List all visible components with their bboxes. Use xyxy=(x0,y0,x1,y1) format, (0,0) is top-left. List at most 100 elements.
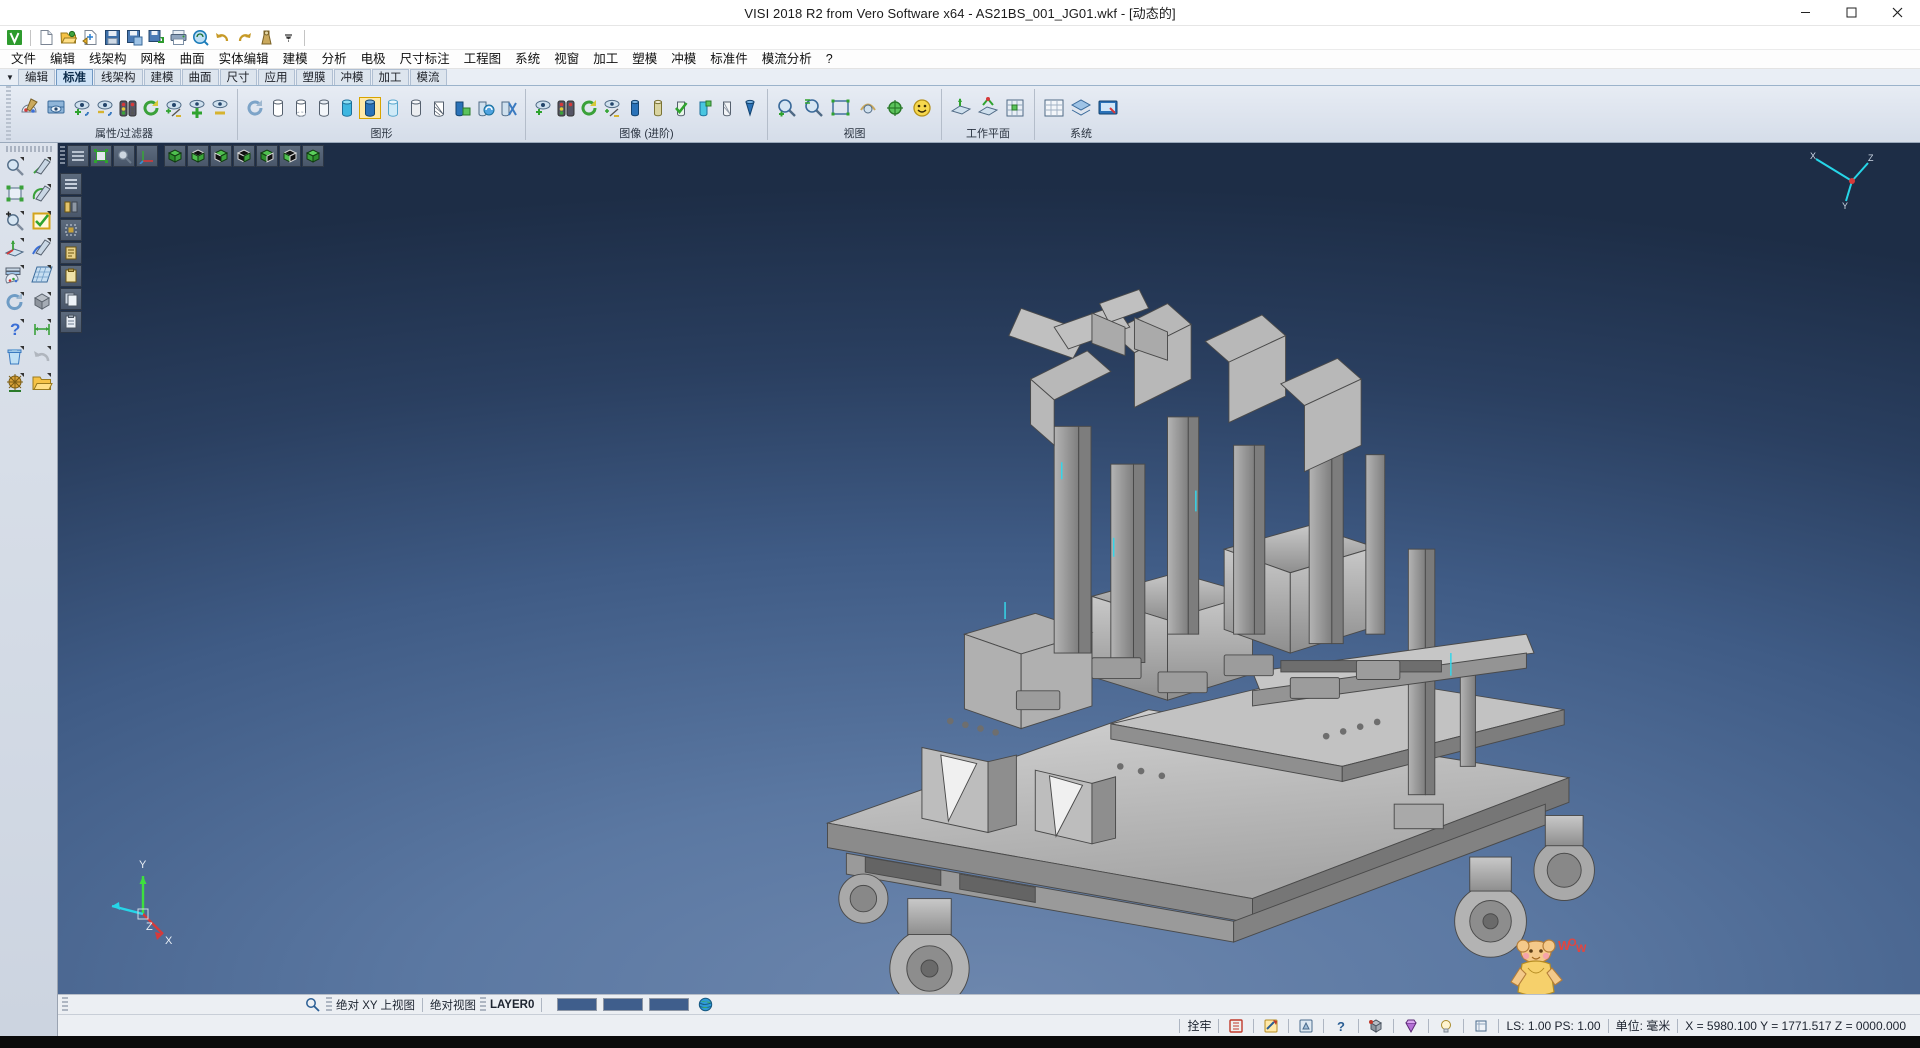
tab-moliu[interactable]: 模流 xyxy=(410,69,447,85)
help-snap-icon[interactable]: ? xyxy=(1331,1017,1351,1035)
refresh-model-icon[interactable] xyxy=(2,289,28,315)
color-properties-icon[interactable] xyxy=(17,93,43,123)
dynamic-icon[interactable] xyxy=(474,97,496,119)
section-icon[interactable] xyxy=(428,97,450,119)
list-view-icon[interactable] xyxy=(60,173,82,195)
menu-item-11[interactable]: 系统 xyxy=(508,50,547,69)
menu-item-7[interactable]: 分析 xyxy=(315,50,354,69)
shade-solid-icon[interactable] xyxy=(359,97,381,119)
view-type-label[interactable]: 绝对视图 xyxy=(430,997,476,1013)
shade-edge-icon[interactable] xyxy=(716,97,738,119)
shade-teal-icon[interactable] xyxy=(693,97,715,119)
color-swatch-2[interactable] xyxy=(649,998,689,1011)
mirror-icon[interactable] xyxy=(60,196,82,218)
show-adv-icon[interactable] xyxy=(532,97,554,119)
layer-pick-icon[interactable] xyxy=(60,242,82,264)
select-box-icon[interactable] xyxy=(60,219,82,241)
zoom-window-icon[interactable] xyxy=(774,93,800,123)
regen-icon[interactable] xyxy=(244,97,266,119)
pencil-arc-icon[interactable] xyxy=(29,181,55,207)
undo-icon[interactable] xyxy=(212,27,233,48)
dimension-icon[interactable] xyxy=(29,316,55,342)
magnifier-icon[interactable] xyxy=(302,996,322,1014)
refresh-adv-icon[interactable] xyxy=(578,97,600,119)
tab-jiagong[interactable]: 加工 xyxy=(372,69,409,85)
help-question-icon[interactable]: ? xyxy=(2,316,28,342)
menu-item-8[interactable]: 电极 xyxy=(354,50,393,69)
view-front-icon[interactable] xyxy=(210,145,232,167)
settings-icon[interactable] xyxy=(256,27,277,48)
palette-icon[interactable] xyxy=(2,262,28,288)
pencil-curve-icon[interactable] xyxy=(29,235,55,261)
menu-item-5[interactable]: 实体编辑 xyxy=(212,50,276,69)
menu-item-16[interactable]: 标准件 xyxy=(703,50,755,69)
shade-check-icon[interactable] xyxy=(670,97,692,119)
clear-render-icon[interactable] xyxy=(497,97,519,119)
new-file-icon[interactable] xyxy=(36,27,57,48)
traffic-light-icon[interactable] xyxy=(117,97,139,119)
tab-xianjiagou[interactable]: 线架构 xyxy=(94,69,143,85)
open-folder-icon[interactable] xyxy=(29,370,55,396)
wp-define-icon[interactable] xyxy=(948,93,974,123)
wp-manager-icon[interactable] xyxy=(1002,93,1028,123)
left-dock-grip[interactable] xyxy=(6,146,52,152)
color-swatch-0[interactable] xyxy=(557,998,597,1011)
clipboard-icon[interactable] xyxy=(60,265,82,287)
menu-item-17[interactable]: 模流分析 xyxy=(755,50,819,69)
viewport-toolbar-grip[interactable] xyxy=(60,146,65,166)
menu-item-3[interactable]: 网格 xyxy=(134,50,173,69)
tab-chongmo[interactable]: 冲模 xyxy=(334,69,371,85)
tab-yingyong[interactable]: 应用 xyxy=(258,69,295,85)
menu-item-13[interactable]: 加工 xyxy=(586,50,625,69)
clipboard-paste-icon[interactable] xyxy=(60,311,82,333)
layer-view-icon[interactable] xyxy=(44,93,70,123)
zoom-dynamic-icon[interactable] xyxy=(801,93,827,123)
smiley-icon[interactable] xyxy=(909,93,935,123)
print-preview-icon[interactable] xyxy=(190,27,211,48)
shade-a-icon[interactable] xyxy=(624,97,646,119)
solid-snap-icon[interactable] xyxy=(1366,1017,1386,1035)
open-file-icon[interactable] xyxy=(58,27,79,48)
tab-sumo[interactable]: 塑膜 xyxy=(296,69,333,85)
wireframe-icon[interactable] xyxy=(267,97,289,119)
shade-outline-icon[interactable] xyxy=(313,97,335,119)
color-swatch-1[interactable] xyxy=(603,998,643,1011)
globe-icon[interactable] xyxy=(695,996,715,1014)
toggle-adv-icon[interactable] xyxy=(601,97,623,119)
fit-view-icon[interactable] xyxy=(828,93,854,123)
screen-capture-icon[interactable] xyxy=(1095,93,1121,123)
app-logo-icon[interactable] xyxy=(4,27,25,48)
menu-item-10[interactable]: 工程图 xyxy=(457,50,509,69)
fit-window-icon[interactable] xyxy=(90,145,112,167)
hidden-line-icon[interactable] xyxy=(290,97,312,119)
bulb-snap-icon[interactable] xyxy=(1436,1017,1456,1035)
menu-item-9[interactable]: 尺寸标注 xyxy=(393,50,457,69)
menu-item-1[interactable]: 编辑 xyxy=(43,50,82,69)
magnet-snap-icon[interactable] xyxy=(1261,1017,1281,1035)
tab-biaozhun[interactable]: 标准 xyxy=(56,69,93,85)
render-icon[interactable] xyxy=(451,97,473,119)
menu-item-14[interactable]: 塑模 xyxy=(625,50,664,69)
gem-snap-icon[interactable] xyxy=(1401,1017,1421,1035)
menu-item-15[interactable]: 冲模 xyxy=(664,50,703,69)
shade-transparent-icon[interactable] xyxy=(336,97,358,119)
snap-label[interactable]: 拴牢 xyxy=(1187,1017,1211,1034)
customize-dropdown-icon[interactable] xyxy=(278,27,299,48)
undo-arrow-icon[interactable] xyxy=(29,343,55,369)
remove-visible-icon[interactable] xyxy=(209,97,231,119)
assembly-icon[interactable] xyxy=(2,370,28,396)
bounding-box-icon[interactable] xyxy=(2,181,28,207)
axis-triad-icon[interactable] xyxy=(136,145,158,167)
traffic-adv-icon[interactable] xyxy=(555,97,577,119)
view-top-icon[interactable] xyxy=(187,145,209,167)
check-select-icon[interactable] xyxy=(29,208,55,234)
menu-item-12[interactable]: 视窗 xyxy=(547,50,586,69)
close-button[interactable] xyxy=(1874,0,1920,26)
list-lines-icon[interactable] xyxy=(67,145,89,167)
toggle-visibility-icon[interactable] xyxy=(163,97,185,119)
zoom-plus-icon[interactable] xyxy=(2,208,28,234)
print-icon[interactable] xyxy=(168,27,189,48)
grid-snap-icon[interactable] xyxy=(1226,1017,1246,1035)
minimize-button[interactable] xyxy=(1782,0,1828,26)
zoom-glass-icon[interactable] xyxy=(113,145,135,167)
